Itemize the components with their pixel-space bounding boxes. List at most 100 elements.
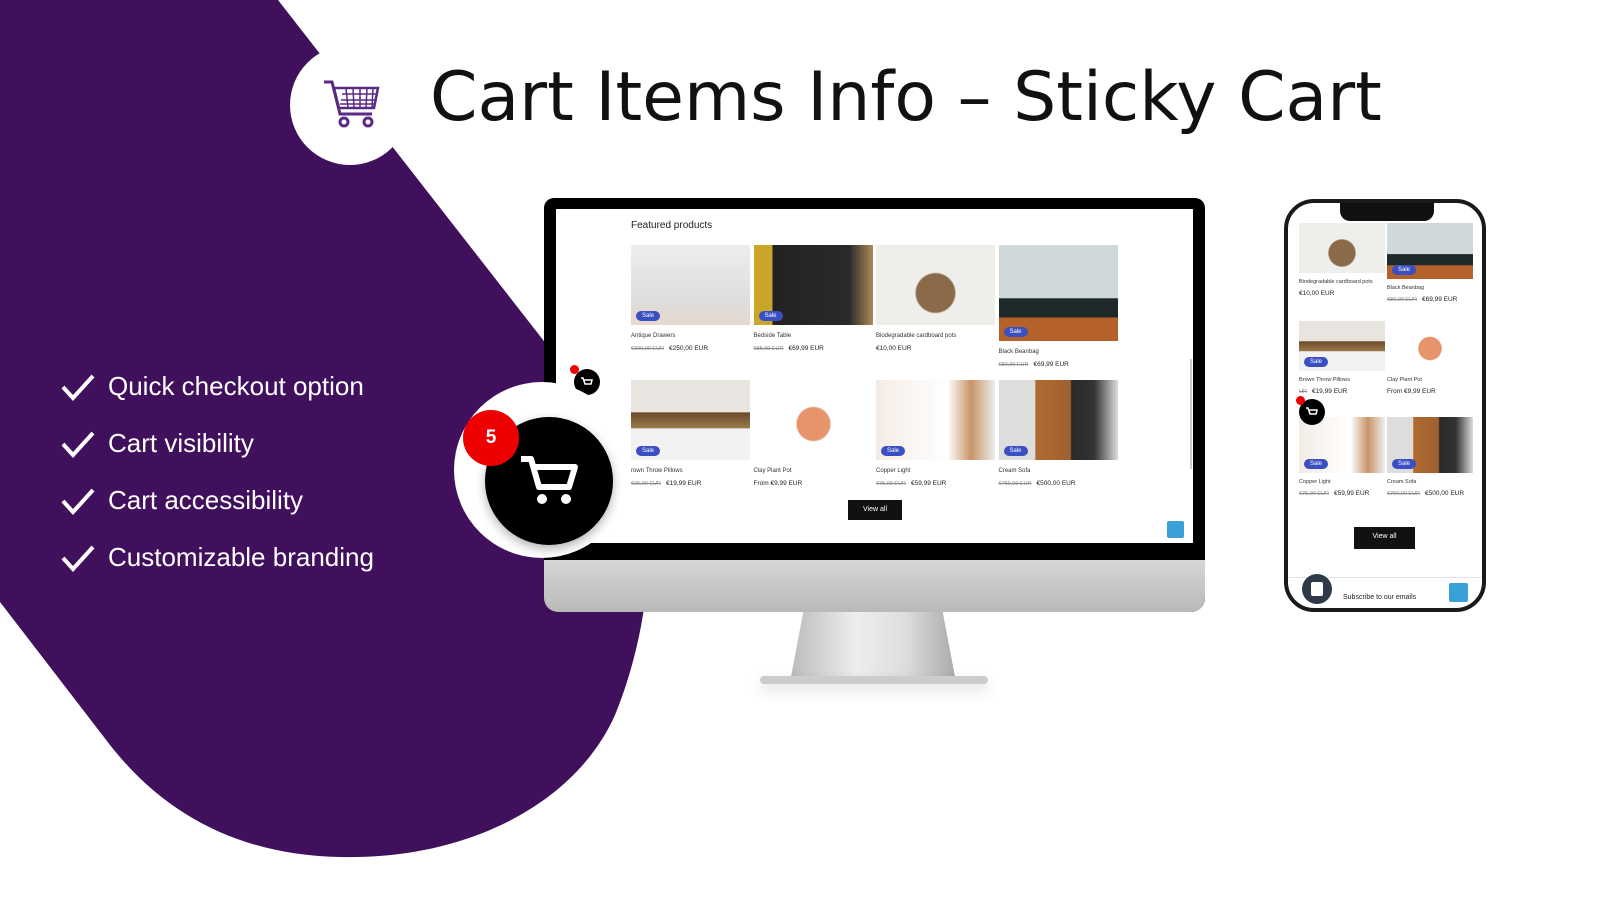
product-name[interactable]: Cream Sofa	[1387, 479, 1473, 485]
original-price: €85,00 EUR	[753, 346, 784, 352]
product-price: €10,00 EUR	[876, 345, 912, 352]
product-card[interactable]: Clay Plant Pot From €9,99 EUR	[1387, 321, 1473, 395]
original-price: €25,00 EUR	[631, 481, 661, 487]
checkmark-icon	[61, 374, 95, 401]
product-card[interactable]: Sale Copper Light €75,00 EUR €59,99 EUR	[1299, 417, 1385, 497]
feature-item: Cart visibility	[60, 415, 374, 472]
sale-badge: Sale	[636, 446, 661, 456]
product-name[interactable]: Antique Drawers	[631, 333, 750, 339]
feature-item: Customizable branding	[60, 529, 374, 586]
feature-label: Customizable branding	[108, 542, 374, 572]
monitor-chin	[544, 560, 1205, 612]
product-card[interactable]: Sale Black Beanbag €80,00 EUR €69,99 EUR	[1387, 223, 1473, 303]
feature-item: Cart accessibility	[60, 472, 374, 529]
sale-badge: Sale	[636, 311, 661, 321]
scroll-to-top-button[interactable]	[1167, 521, 1184, 538]
product-name[interactable]: Biodegradable cardboard pots	[1299, 279, 1385, 285]
product-card[interactable]: Sale rown Throw Pillows €25,00 EUR €19,99 E…	[631, 380, 750, 487]
product-image[interactable]: Sale	[631, 245, 750, 325]
product-price: €25,00 EUR €19,99 EUR	[631, 480, 702, 487]
original-price: €75,00 EUR	[876, 481, 906, 487]
shopify-icon	[1302, 574, 1332, 604]
product-image[interactable]: Sale	[998, 245, 1118, 341]
desktop-monitor: Featured products View all Sale Antique D…	[544, 198, 1205, 612]
product-image[interactable]	[1387, 321, 1473, 371]
shopping-cart-icon	[324, 80, 380, 128]
mobile-sticky-cart-button[interactable]	[1296, 396, 1325, 425]
product-price: €80,00 EUR €69,99 EUR	[998, 361, 1069, 368]
product-name[interactable]: rown Throw Pillows	[631, 468, 750, 474]
sale-badge: Sale	[1392, 265, 1417, 275]
product-card[interactable]: Sale Copper Light €75,00 EUR €59,99 EUR	[876, 380, 995, 487]
original-price: €80,00 EUR	[998, 362, 1029, 368]
product-card[interactable]: Sale Cream Sofa €750,00 EUR €500,00 EUR	[1387, 417, 1473, 497]
product-image[interactable]: Sale	[753, 245, 873, 325]
cart-count-badge: 5	[463, 410, 519, 466]
product-card[interactable]: Biodegradable cardboard pots €10,00 EUR	[1299, 223, 1385, 297]
product-card[interactable]: Clay Plant Pot From €9,99 EUR	[753, 380, 873, 487]
scroll-to-top-button-mobile[interactable]	[1449, 583, 1468, 602]
view-all-button[interactable]: View all	[848, 500, 902, 520]
view-all-button-mobile[interactable]: View all	[1354, 527, 1415, 549]
product-image[interactable]	[876, 245, 995, 325]
scrollbar[interactable]	[1190, 359, 1192, 469]
sale-badge: Sale	[758, 311, 783, 321]
cart-icon	[521, 456, 578, 504]
logo-badge	[290, 45, 410, 165]
original-price: €300,00 EUR	[631, 346, 665, 352]
product-image[interactable]: Sale	[998, 380, 1118, 460]
product-price: From €9,99 EUR	[1387, 388, 1436, 395]
feature-item: Quick checkout option	[60, 358, 374, 415]
product-name[interactable]: Brown Throw Pillows	[1299, 377, 1385, 383]
product-name[interactable]: Clay Plant Pot	[754, 468, 873, 474]
product-card[interactable]: Sale Bedside Table €85,00 EUR €69,99 EUR	[753, 245, 873, 352]
original-price: €75,00 EUR	[1299, 491, 1329, 497]
product-image[interactable]	[753, 380, 873, 460]
desktop-screen: Featured products View all Sale Antique D…	[556, 209, 1193, 543]
checkmark-icon	[61, 545, 95, 572]
product-price: €75,00 EUR €59,99 EUR	[876, 480, 947, 487]
product-image[interactable]: Sale	[1387, 223, 1473, 279]
cart-icon	[581, 377, 593, 385]
original-price: €750,00 EUR	[998, 481, 1032, 487]
checkmark-icon	[61, 431, 95, 458]
original-price: UR	[1299, 389, 1307, 395]
product-price: €10,00 EUR	[1299, 290, 1335, 297]
product-price: €85,00 EUR €69,99 EUR	[753, 345, 824, 352]
product-price: UR €19,99 EUR	[1299, 388, 1348, 395]
product-image[interactable]: Sale	[1299, 417, 1385, 473]
product-name[interactable]: Biodegradable cardboard pots	[876, 333, 995, 339]
sale-badge: Sale	[1304, 459, 1329, 469]
product-card[interactable]: Sale Antique Drawers €300,00 EUR €250,00 EU…	[631, 245, 750, 352]
product-name[interactable]: Black Beanbag	[1387, 285, 1473, 291]
monitor-stand-base	[760, 676, 988, 684]
product-image[interactable]: Sale	[1299, 321, 1385, 371]
sale-badge: Sale	[1003, 327, 1028, 337]
product-name[interactable]: Copper Light	[1299, 479, 1385, 485]
feature-label: Cart accessibility	[108, 485, 304, 515]
product-name[interactable]: Clay Plant Pot	[1387, 377, 1473, 383]
product-card[interactable]: Sale Brown Throw Pillows UR €19,99 EUR	[1299, 321, 1385, 395]
product-name[interactable]: Cream Sofa	[999, 468, 1118, 474]
product-image[interactable]: Sale	[631, 380, 750, 460]
monitor-stand	[790, 612, 956, 682]
subscribe-text[interactable]: Subscribe to our emails	[1343, 594, 1416, 601]
product-price: From €9,99 EUR	[753, 480, 803, 487]
section-title: Featured products	[631, 220, 713, 231]
product-card[interactable]: Sale Black Beanbag €80,00 EUR €69,99 EUR	[998, 245, 1118, 368]
product-name[interactable]: Black Beanbag	[999, 349, 1118, 355]
product-price: €75,00 EUR €59,99 EUR	[1299, 490, 1370, 497]
sale-badge: Sale	[881, 446, 906, 456]
page-title: Cart Items Info – Sticky Cart	[430, 58, 1382, 137]
product-price: €750,00 EUR €500,00 EUR	[998, 480, 1076, 487]
product-name[interactable]: Bedside Table	[754, 333, 873, 339]
product-price: €750,00 EUR €500,00 EUR	[1387, 490, 1465, 497]
product-price: €300,00 EUR €250,00 EUR	[631, 345, 709, 352]
product-image[interactable]: Sale	[1387, 417, 1473, 473]
product-name[interactable]: Copper Light	[876, 468, 995, 474]
checkmark-icon	[61, 488, 95, 515]
product-image[interactable]: Sale	[876, 380, 995, 460]
product-image[interactable]	[1299, 223, 1385, 273]
product-card[interactable]: Sale Cream Sofa €750,00 EUR €500,00 EUR	[998, 380, 1118, 487]
product-card[interactable]: Biodegradable cardboard pots €10,00 EUR	[876, 245, 995, 352]
